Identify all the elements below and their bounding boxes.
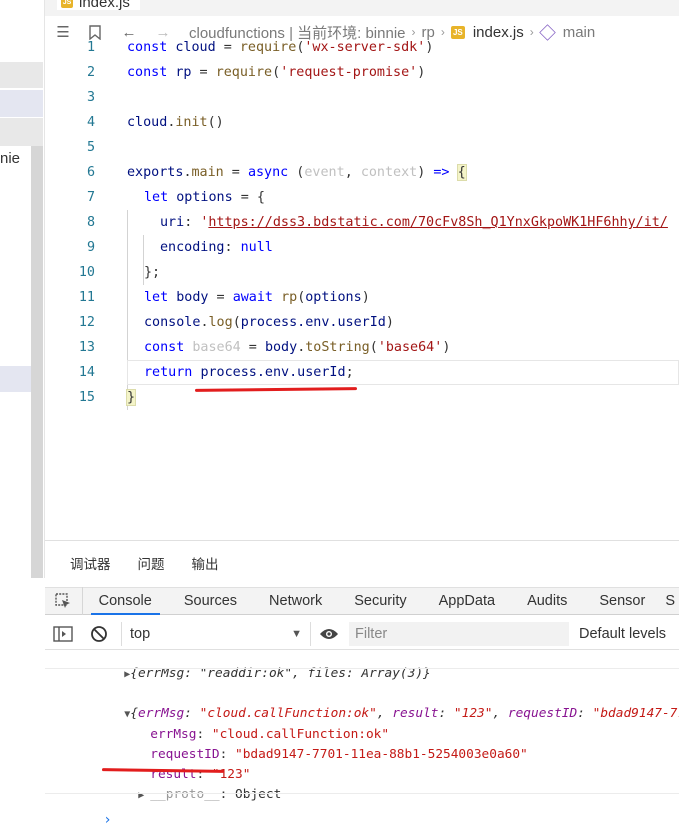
line-number: 7 — [86, 190, 95, 205]
dropdown-arrow-icon: ▼ — [291, 627, 302, 640]
code-line: 14 return process.env.userId; — [45, 360, 679, 385]
tab-index-js[interactable]: JS index.js — [57, 0, 140, 11]
devtools-panel-tabs: Console Sources Network Security AppData… — [45, 587, 679, 615]
code-line: 2 const rp = require('request-promise') — [45, 60, 679, 85]
console-output[interactable]: ▶{errMsg: "readdir:ok", files: Array(3)}… — [45, 651, 679, 823]
code-line: 1 const cloud = require('wx-server-sdk') — [45, 35, 679, 60]
line-number: 12 — [78, 315, 95, 330]
code-line: 6 exports.main = async (event, context) … — [45, 160, 679, 185]
line-number: 5 — [86, 140, 95, 155]
tab-problems[interactable]: 问题 — [138, 553, 165, 573]
debugger-tabs: 调试器 问题 输出 — [45, 541, 679, 585]
tab-sources[interactable]: Sources — [168, 587, 253, 615]
line-number: 13 — [78, 340, 95, 355]
sidebar-scrollbar[interactable] — [31, 146, 43, 578]
line-number: 2 — [86, 65, 95, 80]
console-prompt[interactable]: › — [57, 797, 112, 823]
editor-tab-strip: JS index.js — [45, 0, 679, 16]
sidebar-bottom — [0, 578, 45, 823]
code-editor[interactable]: JS index.js ☰ ← → cloudfunctions | 当前环境:… — [45, 0, 679, 540]
expand-triangle-icon[interactable]: ▶ — [138, 790, 150, 801]
code-line: 8 uri: 'https://dss3.bdstatic.com/70cFv8… — [45, 210, 679, 235]
line-number: 8 — [86, 215, 95, 230]
tab-overflow[interactable]: S — [661, 587, 679, 615]
line-number: 3 — [86, 90, 95, 105]
sidebar-row-selected[interactable] — [0, 90, 43, 117]
debugger-panel: 调试器 问题 输出 Console Sources Network Securi… — [45, 540, 679, 823]
log-levels-dropdown[interactable]: Default levels — [579, 626, 666, 642]
divider — [45, 668, 679, 669]
line-number: 1 — [86, 40, 95, 55]
explorer-sidebar: nie — [0, 0, 45, 823]
tab-sensor[interactable]: Sensor — [583, 587, 661, 615]
tab-audits[interactable]: Audits — [511, 587, 583, 615]
divider — [45, 793, 679, 794]
tab-appdata[interactable]: AppData — [423, 587, 511, 615]
tab-console[interactable]: Console — [83, 587, 168, 615]
code-line: 13 const base64 = body.toString('base64'… — [45, 335, 679, 360]
url-link[interactable]: https://dss3.bdstatic.com/70cFv8Sh_Q1Ynx… — [208, 215, 668, 230]
code-line: 10 }; — [45, 260, 679, 285]
prompt-chevron-icon: › — [103, 812, 112, 823]
tab-security[interactable]: Security — [338, 587, 422, 615]
code-line: 7 let options = { — [45, 185, 679, 210]
filter-input[interactable]: Filter — [349, 621, 569, 646]
object-property-proto[interactable]: ▶ __proto__: Object — [92, 772, 281, 817]
context-label: top — [130, 625, 151, 642]
code-line: 5 — [45, 135, 679, 160]
js-file-icon: JS — [61, 0, 73, 8]
code-line: 4 cloud.init() — [45, 110, 679, 135]
code-line: 3 — [45, 85, 679, 110]
sidebar-toggle-icon[interactable] — [45, 625, 81, 642]
line-number: 10 — [78, 265, 95, 280]
sidebar-partial-label: nie — [0, 150, 21, 167]
filter-placeholder: Filter — [355, 625, 388, 642]
tab-network[interactable]: Network — [253, 587, 338, 615]
line-number: 15 — [78, 390, 95, 405]
tab-debugger[interactable]: 调试器 — [70, 553, 111, 573]
context-selector[interactable]: top ▼ — [121, 621, 311, 646]
console-message[interactable]: ▶{errMsg: "readdir:ok", files: Array(3)} — [78, 651, 431, 696]
code-line: 9 encoding: null — [45, 235, 679, 260]
sidebar-row[interactable] — [0, 62, 43, 88]
clear-console-icon[interactable] — [81, 625, 117, 643]
line-number: 14 — [78, 365, 95, 380]
line-number: 6 — [86, 165, 95, 180]
sidebar-row-selected[interactable] — [0, 366, 31, 392]
code-line: 15 } — [45, 385, 679, 410]
tab-label: index.js — [79, 0, 130, 11]
line-number: 4 — [86, 115, 95, 130]
console-toolbar: top ▼ Filter Default levels — [45, 618, 679, 650]
sidebar-row[interactable] — [0, 118, 43, 146]
tab-output[interactable]: 输出 — [192, 553, 219, 573]
code-line: 12 console.log(process.env.userId) — [45, 310, 679, 335]
line-number: 9 — [86, 240, 95, 255]
eye-icon[interactable] — [311, 627, 347, 641]
line-number: 11 — [78, 290, 95, 305]
inspect-element-icon[interactable] — [45, 587, 83, 615]
code-line: 11 let body = await rp(options) — [45, 285, 679, 310]
